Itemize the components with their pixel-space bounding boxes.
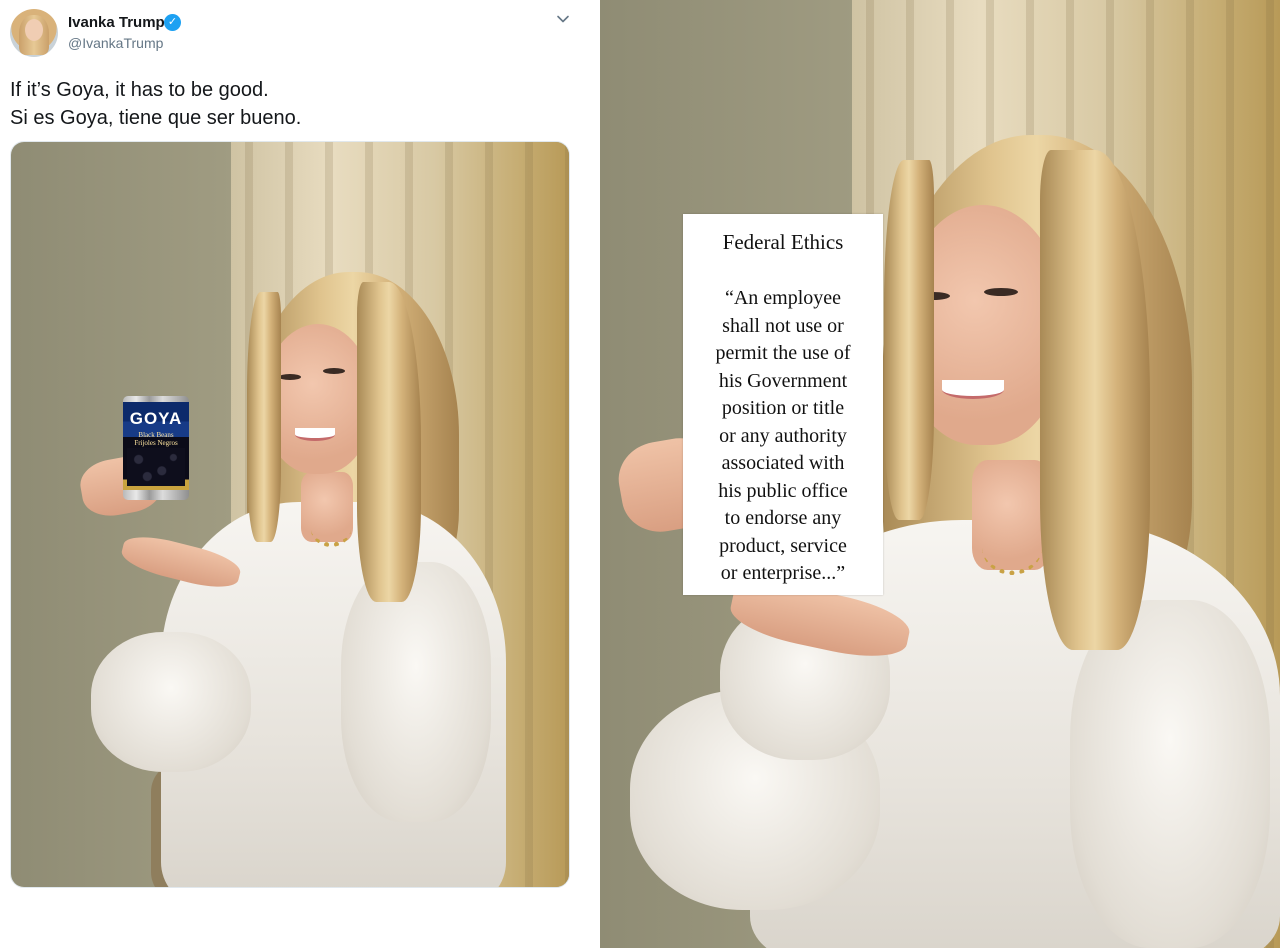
can-sub-label: Black Beans Frijoles Negros bbox=[134, 431, 178, 447]
quote-line: product, service bbox=[719, 534, 847, 557]
quote-line: permit the use of bbox=[715, 342, 851, 364]
quote-line: his Government bbox=[718, 369, 848, 392]
can-brand-label: GOYA bbox=[129, 409, 183, 428]
quote-line: “An employee bbox=[724, 287, 842, 309]
goya-can: GOYA Black Beans Frijoles Negros bbox=[123, 396, 189, 500]
sign-quote: “An employee shall not use or permit the… bbox=[683, 285, 883, 588]
quote-line: position or title bbox=[721, 397, 845, 419]
quote-line: or any authority bbox=[719, 424, 847, 447]
tweet-text-line-1: If it’s Goya, it has to be good. bbox=[10, 79, 269, 101]
tweet-text-line-2: Si es Goya, tiene que ser bueno. bbox=[10, 107, 302, 129]
tweet-photo[interactable]: GOYA Black Beans Frijoles Negros bbox=[10, 141, 570, 888]
avatar[interactable] bbox=[10, 9, 58, 57]
display-name[interactable]: Ivanka Trump bbox=[68, 14, 165, 31]
user-handle[interactable]: @IvankaTrump bbox=[68, 35, 163, 51]
sign-title: Federal Ethics bbox=[722, 230, 844, 254]
chevron-down-icon[interactable] bbox=[556, 12, 570, 26]
quote-line: to endorse any bbox=[724, 507, 842, 529]
quote-line: his public office bbox=[718, 479, 848, 502]
meme-photo: Federal Ethics “An employee shall not us… bbox=[600, 0, 1280, 948]
quote-line: associated with bbox=[721, 452, 845, 474]
verified-badge-icon: ✓ bbox=[164, 14, 181, 31]
federal-ethics-sign: Federal Ethics “An employee shall not us… bbox=[683, 214, 883, 595]
quote-line: shall not use or bbox=[722, 314, 844, 337]
quote-line: or enterprise...” bbox=[720, 562, 846, 584]
tweet-text: If it’s Goya, it has to be good. Si es G… bbox=[10, 76, 580, 132]
photo-scene: GOYA Black Beans Frijoles Negros bbox=[11, 142, 569, 887]
tweet-card: Ivanka Trump ✓ @IvankaTrump If it’s Goya… bbox=[0, 0, 600, 948]
